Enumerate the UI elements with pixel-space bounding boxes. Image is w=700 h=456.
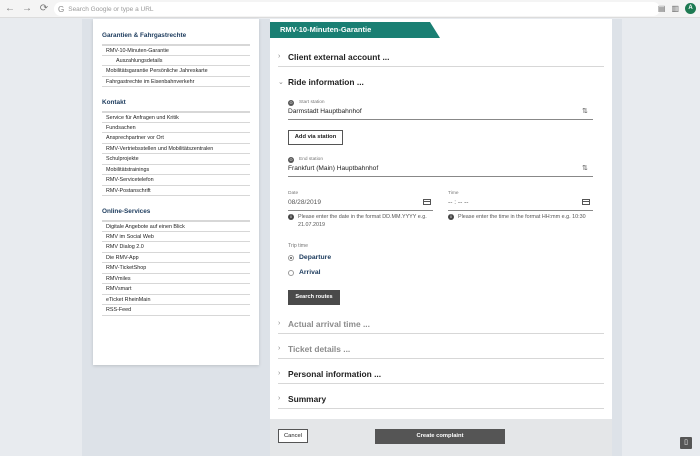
google-icon: G [58, 4, 65, 14]
chevron-right-icon: › [278, 370, 281, 377]
end-station-input[interactable]: Frankfurt (Main) Hauptbahnhof [288, 165, 378, 172]
clock-icon[interactable] [582, 199, 590, 205]
sidebar-item[interactable]: Fundsachen [102, 123, 250, 133]
date-underline [288, 210, 433, 211]
time-hint: Please enter the time in the format HH:m… [458, 214, 586, 220]
sidebar-section-title: Kontakt [102, 99, 126, 106]
end-station-icon: ⊙ [288, 157, 294, 163]
arrival-label[interactable]: Arrival [299, 269, 321, 276]
departure-radio[interactable] [288, 255, 294, 261]
reading-list-icon[interactable]: ▤ [658, 4, 666, 13]
start-station-icon: ⊙ [288, 100, 294, 106]
sidebar-item[interactable]: eTicket RheinMain [102, 295, 250, 305]
info-icon: i [448, 214, 454, 220]
chevron-right-icon: › [278, 395, 281, 402]
sidebar-item[interactable]: Mobilitätsgarantie Persönliche Jahreskar… [102, 66, 250, 77]
browser-toolbar: ← → ⟳ G Search Google or type a URL ▤ ▥ … [0, 0, 700, 18]
sidebar-item[interactable]: Mobilitätstrainings [102, 165, 250, 175]
sidebar-item[interactable]: RMV-TicketShop [102, 263, 250, 274]
chevron-right-icon: › [278, 53, 281, 60]
ticket-details-label: Ticket details ... [288, 343, 351, 354]
summary-section[interactable]: › Summary [278, 389, 604, 409]
add-via-station-button[interactable]: Add via station [288, 130, 343, 145]
date-label: Date [288, 191, 299, 196]
sidebar-list: Digitale Angebote auf einen Blick RMV im… [102, 220, 250, 316]
end-station-underline [288, 176, 593, 177]
info-icon: i [288, 214, 294, 220]
sidebar-item[interactable]: Auszahlungsdetails [102, 56, 250, 66]
swap-icon[interactable]: ⇅ [582, 107, 588, 115]
sidebar-item[interactable]: Fahrgastrechte im Eisenbahnverkehr [102, 77, 250, 87]
feedback-icon[interactable]: ▯ [680, 437, 692, 449]
sidebar-item[interactable]: Ansprechpartner vor Ort [102, 133, 250, 144]
sidebar-item[interactable]: RMV-Vertriebsstellen und Mobilitätszentr… [102, 144, 250, 154]
client-account-label: Client external account ... [288, 51, 390, 62]
form-title-tab: RMV-10-Minuten-Garantie [270, 22, 440, 38]
sidebar-item[interactable]: RMV-10-Minuten-Garantie [102, 45, 250, 56]
date-input[interactable]: 08/28/2019 [288, 199, 321, 206]
sidebar-item[interactable]: Digitale Angebote auf einen Blick [102, 221, 250, 232]
arrival-radio[interactable] [288, 270, 294, 276]
calendar-icon[interactable] [423, 199, 431, 205]
client-account-section[interactable]: › Client external account ... [278, 47, 604, 67]
sidebar-item[interactable]: RMV-Postanschrift [102, 186, 250, 196]
complaint-form: RMV-10-Minuten-Garantie › Client externa… [270, 19, 612, 456]
sidebar-item[interactable]: RSS-Feed [102, 305, 250, 316]
end-station-label: End station [299, 157, 324, 162]
ride-information-label: Ride information ... [288, 77, 364, 87]
sidebar: Garantien & Fahrgastrechte RMV-10-Minute… [93, 19, 259, 365]
personal-information-section[interactable]: › Personal information ... [278, 364, 604, 384]
sidebar-item[interactable]: RMVmiles [102, 274, 250, 284]
start-station-underline [288, 119, 593, 120]
form-footer: Cancel Create complaint [270, 419, 612, 456]
ticket-details-section[interactable]: › Ticket details ... [278, 339, 604, 359]
sidebar-item[interactable]: Schulprojekte [102, 154, 250, 165]
sidebar-section-title: Online-Services [102, 208, 151, 215]
sidebar-item[interactable]: Service für Anfragen und Kritik [102, 112, 250, 123]
start-station-label: Start station [299, 100, 325, 105]
search-routes-button[interactable]: Search routes [288, 290, 340, 305]
personal-information-label: Personal information ... [288, 368, 382, 379]
sidebar-item[interactable]: RMV im Social Web [102, 232, 250, 242]
sidebar-item[interactable]: RMVsmart [102, 284, 250, 295]
date-hint: Please enter the date in the format DD.M… [298, 214, 427, 228]
trip-time-label: Trip time [288, 243, 308, 249]
swap-icon[interactable]: ⇅ [582, 164, 588, 172]
actual-arrival-section[interactable]: › Actual arrival time ... [278, 314, 604, 334]
browser-actions: ▤ ▥ A [658, 3, 696, 14]
extension-icon[interactable]: ▥ [671, 4, 679, 13]
address-bar-placeholder: Search Google or type a URL [68, 5, 154, 13]
time-label: Time [448, 191, 459, 196]
chevron-right-icon: › [278, 320, 281, 327]
sidebar-item[interactable]: Die RMV-App [102, 253, 250, 263]
back-icon[interactable]: ← [3, 2, 17, 16]
chevron-down-icon: ⌄ [278, 79, 284, 86]
sidebar-item[interactable]: RMV-Servicetelefon [102, 175, 250, 186]
sidebar-item[interactable]: RMV Dialog 2.0 [102, 242, 250, 253]
cancel-button[interactable]: Cancel [278, 429, 308, 443]
address-bar[interactable]: G Search Google or type a URL [54, 2, 660, 16]
sidebar-list: RMV-10-Minuten-Garantie Auszahlungsdetai… [102, 44, 250, 87]
reload-icon[interactable]: ⟳ [37, 2, 51, 16]
create-complaint-button[interactable]: Create complaint [375, 429, 505, 444]
departure-label[interactable]: Departure [299, 254, 331, 261]
forward-icon[interactable]: → [20, 2, 34, 16]
actual-arrival-label: Actual arrival time ... [288, 318, 370, 329]
ride-information-section[interactable]: ⌄ Ride information ... [278, 72, 604, 92]
sidebar-list: Service für Anfragen und Kritik Fundsach… [102, 111, 250, 196]
time-input[interactable]: -- : -- -- [448, 199, 469, 206]
chevron-right-icon: › [278, 345, 281, 352]
summary-label: Summary [288, 393, 327, 404]
start-station-input[interactable]: Darmstadt Hauptbahnhof [288, 108, 362, 115]
profile-avatar[interactable]: A [685, 3, 696, 14]
sidebar-section-title: Garantien & Fahrgastrechte [102, 32, 187, 39]
time-underline [448, 210, 593, 211]
